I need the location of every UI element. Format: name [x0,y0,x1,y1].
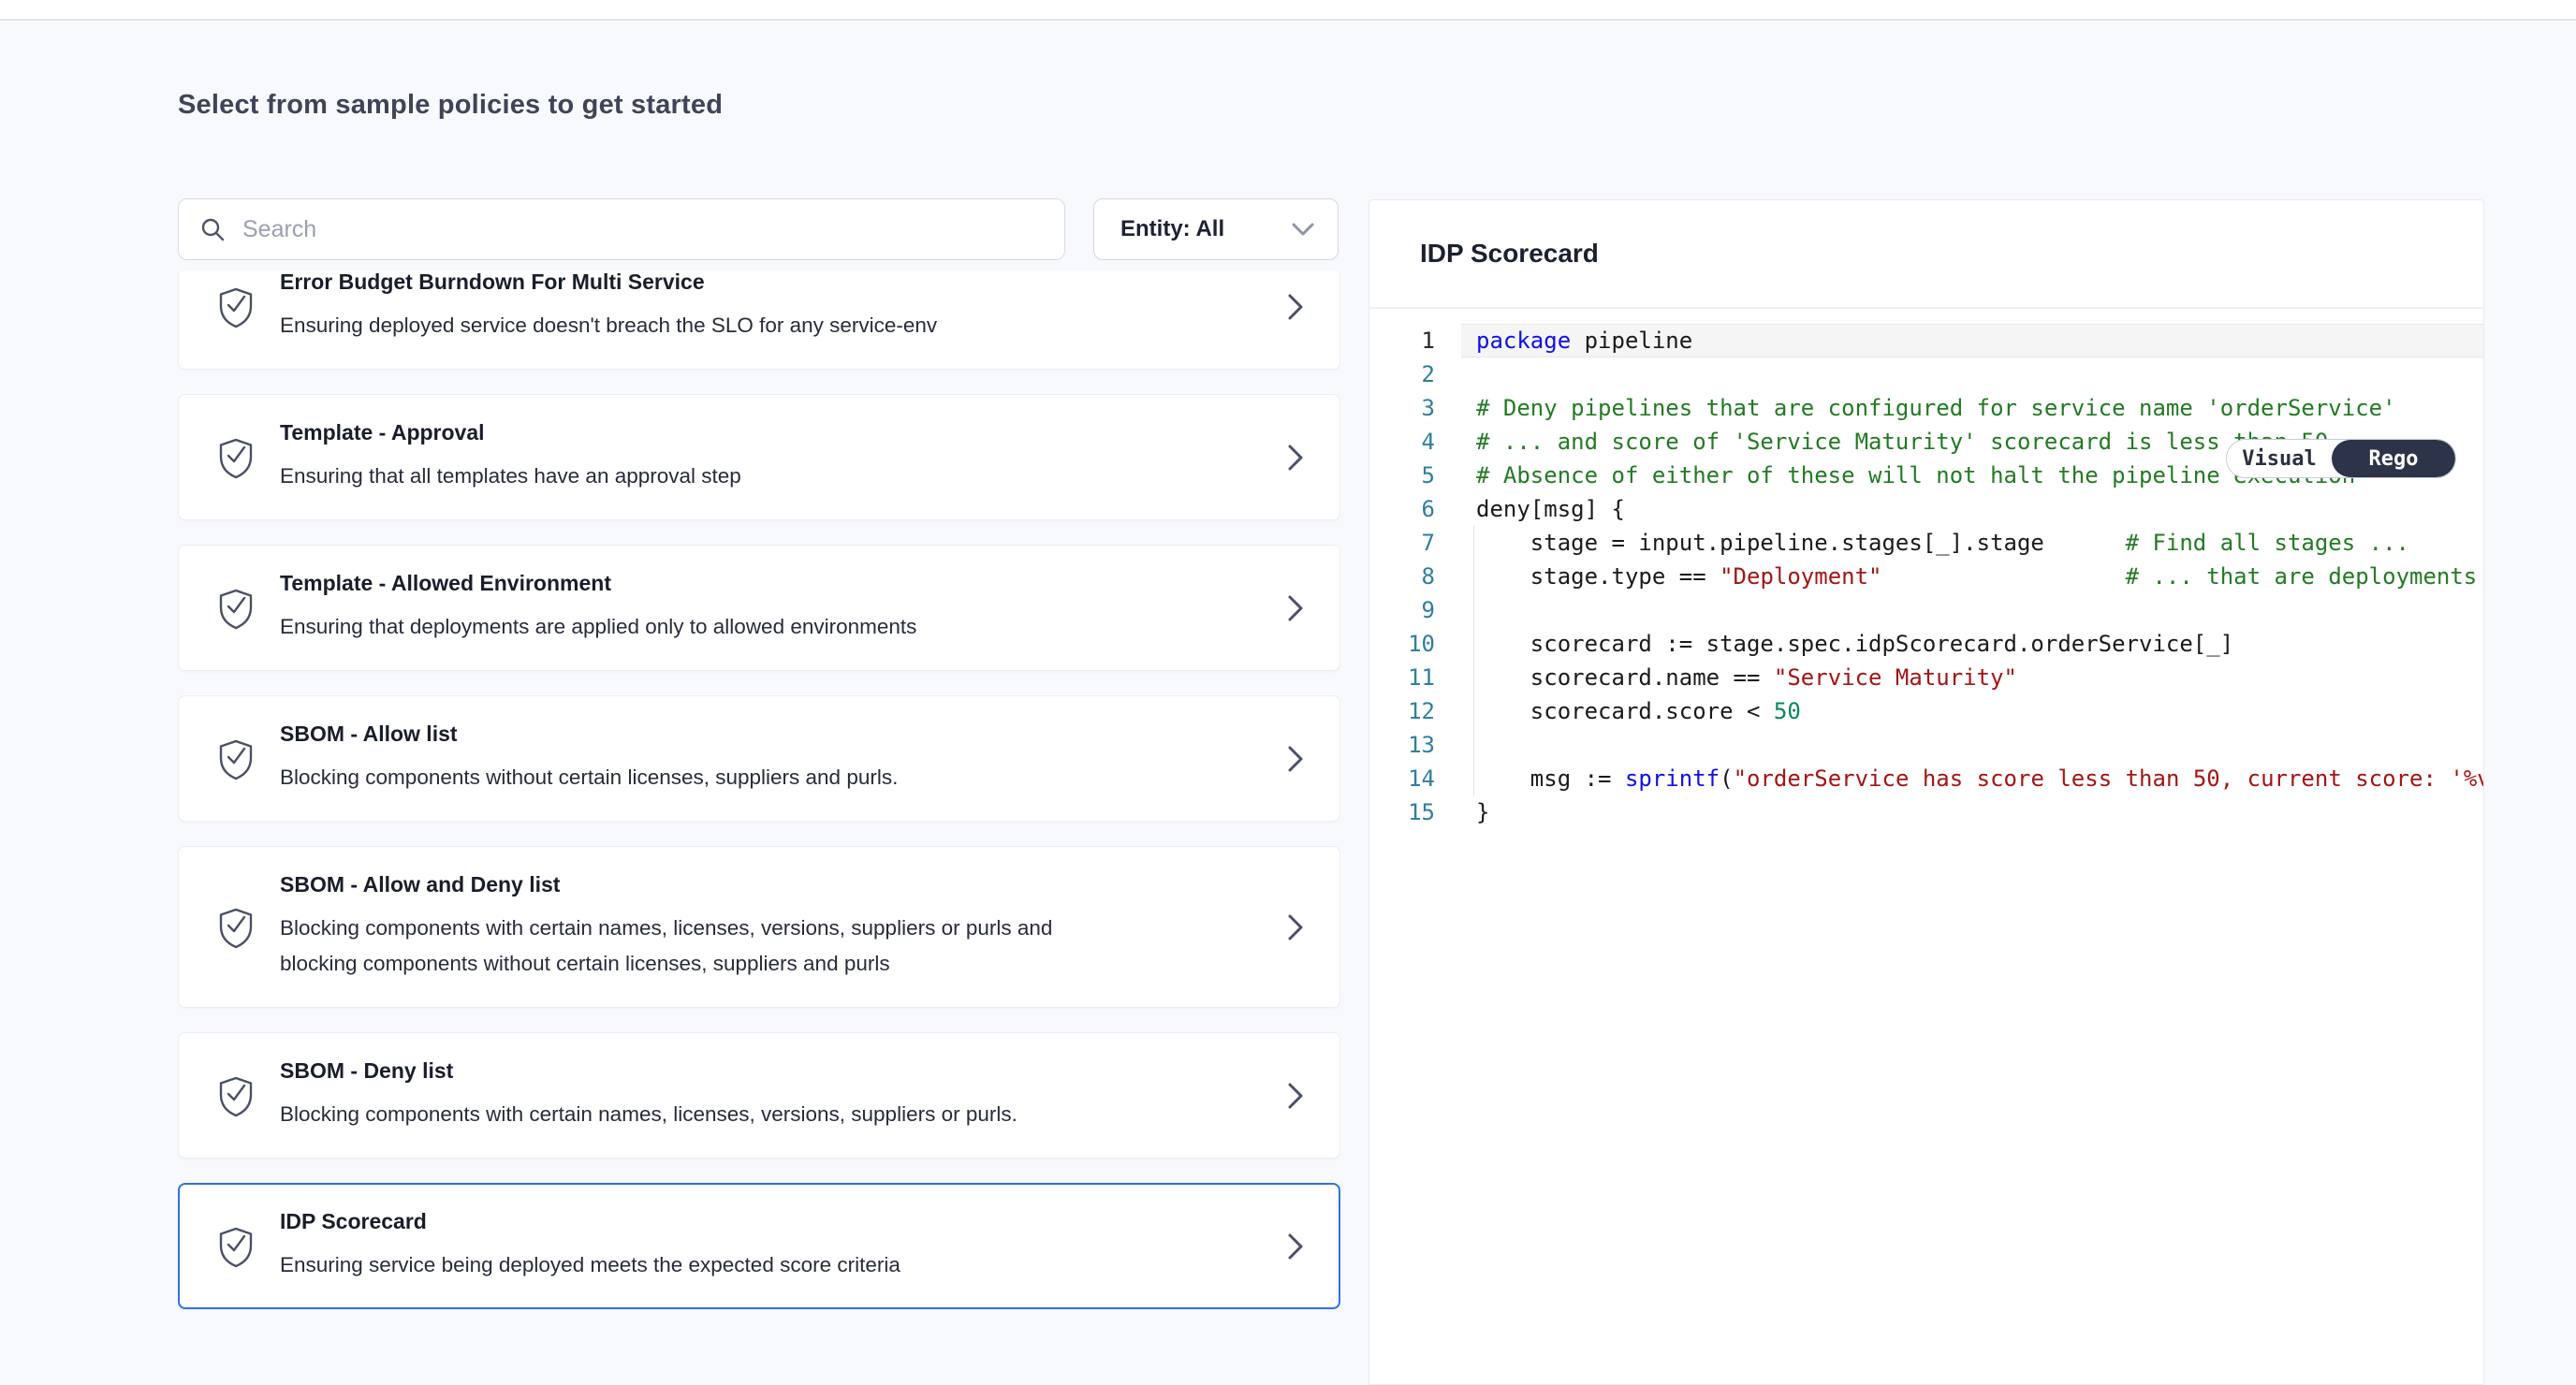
page-title: Select from sample policies to get start… [178,90,723,121]
policy-title: IDP Scorecard [280,1209,1268,1234]
chevron-right-icon [1285,290,1306,324]
policy-description: Blocking components without certain lice… [280,760,1122,795]
visual-rego-toggle[interactable]: Visual Rego [2226,439,2456,478]
code-line: 8 stage.type == "Deployment" # ... that … [1369,560,2483,593]
line-number: 13 [1369,728,1435,762]
chevron-down-icon [1291,222,1315,237]
policy-card[interactable]: IDP Scorecard Ensuring service being dep… [178,1183,1340,1309]
code-line: 9 [1369,593,2483,627]
chevron-right-icon [1285,1079,1306,1113]
shield-check-icon [216,906,256,949]
line-number: 1 [1369,324,1435,357]
rego-toggle-option[interactable]: Rego [2332,440,2455,477]
policy-card[interactable]: SBOM - Deny list Blocking components wit… [178,1032,1340,1159]
code-line: 11 scorecard.name == "Service Maturity" [1369,661,2483,694]
shield-check-icon [216,1074,256,1117]
code-line: 1package pipeline [1369,324,2483,357]
policy-title: Template - Approval [280,420,1268,445]
detail-title: IDP Scorecard [1420,239,1599,269]
chevron-right-icon [1285,1230,1306,1263]
policy-description: Ensuring service being deployed meets th… [280,1247,1122,1283]
policy-title: SBOM - Allow list [280,722,1268,747]
line-number: 9 [1369,593,1435,627]
line-number: 2 [1369,357,1435,391]
shield-check-icon [216,436,256,479]
policy-description: Ensuring deployed service doesn't breach… [280,308,1122,343]
entity-filter-label: Entity: All [1120,216,1224,242]
policy-detail-panel: IDP Scorecard Visual Rego 1package pipel… [1368,199,2484,1385]
shield-check-icon [216,285,256,328]
policy-description: Blocking components with certain names, … [280,1097,1122,1132]
code-line: 10 scorecard := stage.spec.idpScorecard.… [1369,627,2483,661]
line-number: 7 [1369,526,1435,560]
line-number: 8 [1369,560,1435,593]
policy-title: SBOM - Deny list [280,1058,1268,1084]
line-number: 5 [1369,459,1435,492]
line-number: 6 [1369,492,1435,526]
search-input[interactable] [242,216,1044,243]
chevron-right-icon [1285,911,1306,944]
visual-toggle-option[interactable]: Visual [2227,440,2332,477]
entity-filter-dropdown[interactable]: Entity: All [1093,198,1339,260]
shield-check-icon [216,587,256,630]
policy-title: Error Budget Burndown For Multi Service [280,271,1268,295]
code-line: 13 [1369,728,2483,762]
top-bar [0,0,2576,21]
code-line: 14 msg := sprintf("orderService has scor… [1369,762,2483,795]
line-number: 3 [1369,391,1435,425]
chevron-right-icon [1285,742,1306,776]
code-line: 6deny[msg] { [1369,492,2483,526]
code-line: 2 [1369,357,2483,391]
policy-description: Ensuring that deployments are applied on… [280,609,1122,645]
policy-list: Error Budget Burndown For Multi Service … [178,271,1340,1385]
line-number: 10 [1369,627,1435,661]
code-line: 15} [1369,795,2483,829]
policy-title: Template - Allowed Environment [280,571,1268,596]
detail-header: IDP Scorecard [1369,200,2483,309]
code-line: 12 scorecard.score < 50 [1369,694,2483,728]
indent-guide [1473,526,1474,795]
policy-card[interactable]: Error Budget Burndown For Multi Service … [178,271,1340,370]
code-line: 3# Deny pipelines that are configured fo… [1369,391,2483,425]
policy-title: SBOM - Allow and Deny list [280,872,1268,897]
code-line: 7 stage = input.pipeline.stages[_].stage… [1369,526,2483,560]
policy-card[interactable]: Template - Approval Ensuring that all te… [178,394,1340,520]
search-box[interactable] [178,198,1065,260]
line-number: 12 [1369,694,1435,728]
shield-check-icon [216,1225,256,1268]
chevron-right-icon [1285,591,1306,625]
policy-card[interactable]: SBOM - Allow and Deny list Blocking comp… [178,846,1340,1008]
rego-code-editor[interactable]: Visual Rego 1package pipeline23# Deny pi… [1369,309,2483,829]
shield-check-icon [216,737,256,780]
chevron-right-icon [1285,441,1306,474]
policy-card[interactable]: Template - Allowed Environment Ensuring … [178,545,1340,671]
search-icon [199,216,226,242]
line-number: 11 [1369,661,1435,694]
policy-card[interactable]: SBOM - Allow list Blocking components wi… [178,695,1340,822]
policy-description: Blocking components with certain names, … [280,911,1122,982]
line-number: 4 [1369,425,1435,459]
line-number: 15 [1369,795,1435,829]
line-number: 14 [1369,762,1435,795]
policy-description: Ensuring that all templates have an appr… [280,459,1122,494]
